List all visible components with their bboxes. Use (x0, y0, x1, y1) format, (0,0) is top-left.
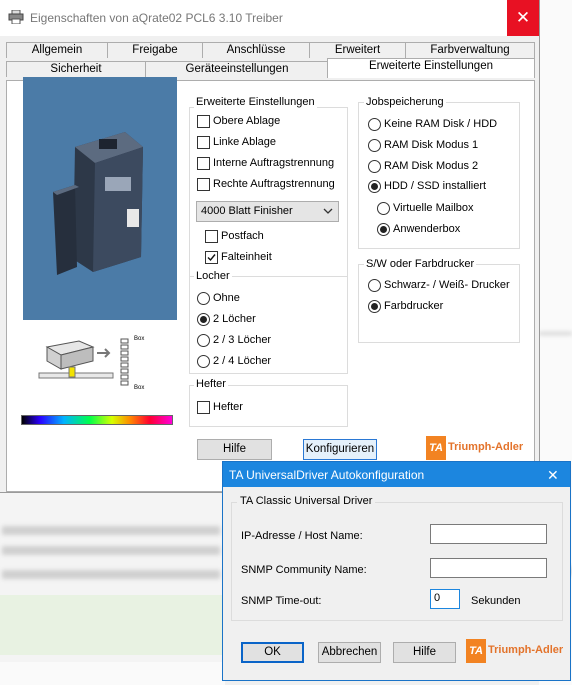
group-jobspeicherung-label: Jobspeicherung (364, 96, 446, 108)
tab-sicherheit[interactable]: Sicherheit (6, 61, 146, 77)
label-hdd-ssd-installiert: HDD / SSD installiert (384, 180, 487, 192)
label-ohne: Ohne (213, 292, 240, 304)
snmp-timeout-input[interactable]: 0 (430, 589, 460, 609)
radio-ram-disk-modus-1[interactable] (368, 139, 381, 152)
snmp-timeout-unit: Sekunden (471, 595, 521, 607)
autoconfig-close-button[interactable]: ✕ (547, 467, 559, 484)
label-2-3-loecher: 2 / 3 Löcher (213, 334, 272, 346)
ta-logo-text: Triumph-Adler (488, 644, 564, 656)
radio-farbdrucker[interactable] (368, 300, 381, 313)
title-bar: Eigenschaften von aQrate02 PCL6 3.10 Tre… (0, 0, 539, 36)
snmp-community-label: SNMP Community Name: (241, 564, 367, 576)
tab-farbverwaltung[interactable]: Farbverwaltung (405, 42, 535, 58)
ip-address-label: IP-Adresse / Host Name: (241, 530, 363, 542)
tab-panel: Box Box Erweiterte Einstellungen Obere A… (6, 77, 535, 492)
printer-device-image (23, 77, 177, 320)
label-interne-auftragstrennung: Interne Auftragstrennung (213, 157, 335, 169)
snmp-timeout-value: 0 (434, 592, 441, 604)
radio-keine-ram-disk[interactable] (368, 118, 381, 131)
label-obere-ablage: Obere Ablage (213, 115, 281, 127)
window-title: Eigenschaften von aQrate02 PCL6 3.10 Tre… (30, 11, 283, 25)
label-2-4-loecher: 2 / 4 Löcher (213, 355, 272, 367)
radio-anwenderbox[interactable] (377, 223, 390, 236)
finisher-select[interactable]: 4000 Blatt Finisher (196, 201, 339, 222)
printer-properties-dialog: Eigenschaften von aQrate02 PCL6 3.10 Tre… (0, 0, 540, 493)
group-farbdrucker-label: S/W oder Farbdrucker (364, 258, 477, 270)
snmp-timeout-label: SNMP Time-out: (241, 595, 322, 607)
label-ram-disk-modus-1: RAM Disk Modus 1 (384, 139, 479, 151)
radio-2-4-loecher[interactable] (197, 355, 210, 368)
group-hefter-label: Hefter (194, 378, 228, 390)
group-locher-label: Locher (194, 270, 232, 282)
chevron-down-icon (323, 208, 333, 214)
tab-erweitert[interactable]: Erweitert (309, 42, 406, 58)
tab-anschluesse[interactable]: Anschlüsse (202, 42, 310, 58)
ip-address-input[interactable] (430, 524, 547, 544)
group-classic-universal-driver-label: TA Classic Universal Driver (237, 495, 376, 507)
label-virtuelle-mailbox: Virtuelle Mailbox (393, 202, 474, 214)
checkmark-icon (207, 254, 216, 262)
checkbox-rechte-auftragstrennung[interactable] (197, 178, 210, 191)
ta-logo-text: Triumph-Adler (448, 441, 524, 453)
printer-icon (8, 10, 24, 24)
checkbox-obere-ablage[interactable] (197, 115, 210, 128)
radio-ohne[interactable] (197, 292, 210, 305)
background-window-bottom (0, 490, 225, 685)
radio-schwarz-weiss[interactable] (368, 279, 381, 292)
hilfe-button[interactable]: Hilfe (197, 439, 272, 460)
label-ram-disk-modus-2: RAM Disk Modus 2 (384, 160, 479, 172)
label-postfach: Postfach (221, 230, 264, 242)
radio-ram-disk-modus-2[interactable] (368, 160, 381, 173)
tab-geraeteeinstellungen[interactable]: Geräteeinstellungen (145, 61, 329, 77)
ok-button[interactable]: OK (241, 642, 304, 663)
tray-label-top: Box (134, 336, 145, 342)
triumph-adler-logo: TA Triumph-Adler (426, 436, 526, 460)
checkbox-hefter[interactable] (197, 401, 210, 414)
checkbox-falteinheit[interactable] (205, 251, 218, 264)
radio-hdd-ssd-installiert[interactable] (368, 180, 381, 193)
label-keine-ram-disk: Keine RAM Disk / HDD (384, 118, 498, 130)
tab-allgemein[interactable]: Allgemein (6, 42, 108, 58)
autoconfig-dialog: TA UniversalDriver Autokonfiguration ✕ T… (222, 461, 571, 681)
checkbox-postfach[interactable] (205, 230, 218, 243)
printer-illustration (23, 77, 177, 320)
autoconfig-title: TA UniversalDriver Autokonfiguration (229, 468, 425, 482)
konfigurieren-button[interactable]: Konfigurieren (303, 439, 377, 460)
label-schwarz-weiss: Schwarz- / Weiß- Drucker (384, 279, 510, 291)
tray-label-bottom: Box (134, 385, 145, 391)
label-falteinheit: Falteinheit (221, 251, 272, 263)
label-farbdrucker: Farbdrucker (384, 300, 444, 312)
ta-logo-mark: TA (466, 639, 486, 663)
label-2-loecher: 2 Löcher (213, 313, 256, 325)
label-rechte-auftragstrennung: Rechte Auftragstrennung (213, 178, 335, 190)
label-linke-ablage: Linke Ablage (213, 136, 276, 148)
snmp-community-input[interactable] (430, 558, 547, 578)
group-erweiterte-label: Erweiterte Einstellungen (194, 96, 317, 108)
radio-virtuelle-mailbox[interactable] (377, 202, 390, 215)
checkbox-interne-auftragstrennung[interactable] (197, 157, 210, 170)
abbrechen-button[interactable]: Abbrechen (318, 642, 381, 663)
label-anwenderbox: Anwenderbox (393, 223, 461, 235)
tab-freigabe[interactable]: Freigabe (107, 42, 203, 58)
radio-2-3-loecher[interactable] (197, 334, 210, 347)
tab-erweiterte-einstellungen[interactable]: Erweiterte Einstellungen (327, 58, 535, 78)
close-button[interactable]: ✕ (507, 0, 539, 36)
autoconfig-triumph-adler-logo: TA Triumph-Adler (466, 639, 566, 663)
checkbox-linke-ablage[interactable] (197, 136, 210, 149)
autoconfig-hilfe-button[interactable]: Hilfe (393, 642, 456, 663)
ta-logo-mark: TA (426, 436, 446, 460)
radio-2-loecher[interactable] (197, 313, 210, 326)
label-hefter: Hefter (213, 401, 243, 413)
color-spectrum-bar (21, 415, 173, 425)
finisher-select-value: 4000 Blatt Finisher (201, 205, 293, 217)
autoconfig-title-bar: TA UniversalDriver Autokonfiguration ✕ (223, 462, 570, 487)
